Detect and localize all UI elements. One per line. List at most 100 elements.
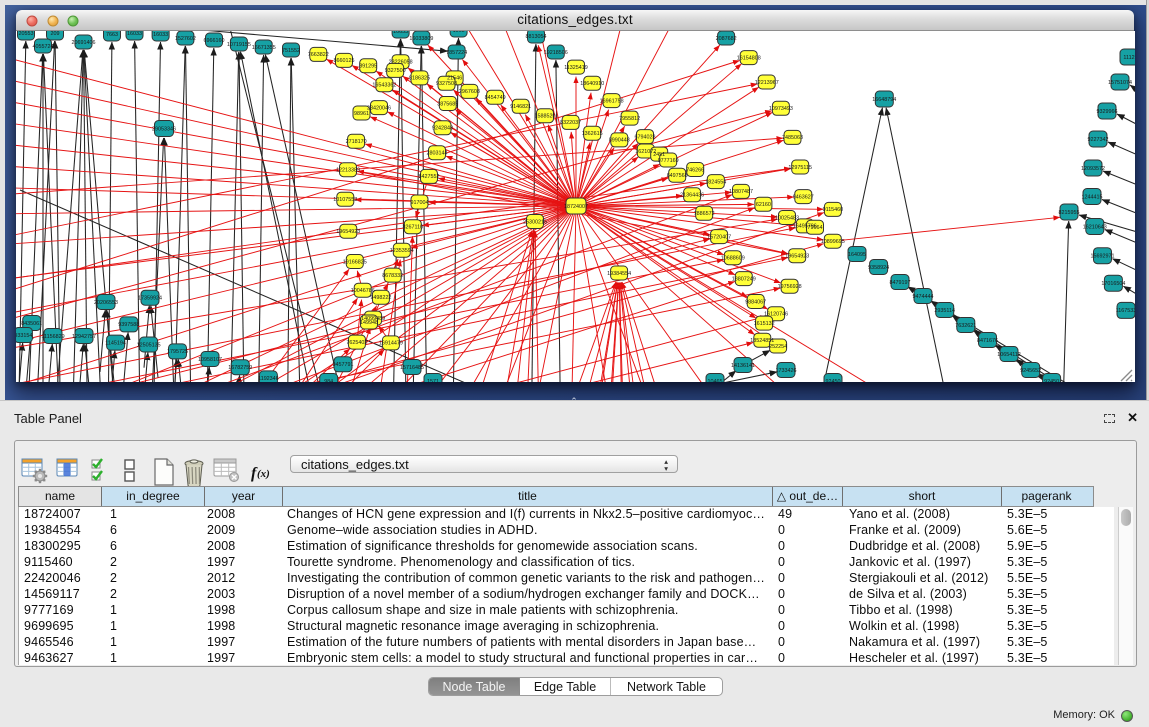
svg-text:17359924: 17359924 xyxy=(138,296,162,302)
svg-text:16671355: 16671355 xyxy=(252,45,276,51)
svg-text:15692971: 15692971 xyxy=(1091,254,1115,260)
svg-text:14136141: 14136141 xyxy=(731,363,755,369)
svg-text:16961758: 16961758 xyxy=(600,98,624,104)
svg-text:19654923: 19654923 xyxy=(336,229,360,235)
svg-text:9498222: 9498222 xyxy=(370,295,391,301)
svg-text:8435061: 8435061 xyxy=(21,321,42,327)
svg-text:1362615: 1362615 xyxy=(582,131,603,137)
svg-text:8427552: 8427552 xyxy=(419,174,440,180)
svg-text:9397588: 9397588 xyxy=(118,322,139,328)
svg-text:8479197: 8479197 xyxy=(890,280,911,286)
svg-text:1527602: 1527602 xyxy=(175,36,196,42)
svg-text:7625402: 7625402 xyxy=(346,340,367,346)
svg-text:16154808: 16154808 xyxy=(737,55,761,61)
svg-text:2718170: 2718170 xyxy=(346,139,367,145)
svg-text:9227342: 9227342 xyxy=(1088,137,1109,143)
svg-text:12975115: 12975115 xyxy=(788,165,812,171)
svg-text:933154: 933154 xyxy=(16,333,32,339)
svg-text:25300215: 25300215 xyxy=(523,219,547,225)
svg-text:9327508: 9327508 xyxy=(436,81,457,87)
svg-text:1244415: 1244415 xyxy=(1082,194,1103,200)
svg-text:9327500: 9327500 xyxy=(385,68,406,74)
svg-text:23226058: 23226058 xyxy=(389,60,413,66)
svg-text:11325419: 11325419 xyxy=(564,65,588,71)
svg-text:1733426: 1733426 xyxy=(776,368,797,374)
svg-text:18724007: 18724007 xyxy=(564,204,588,210)
svg-text:9245652: 9245652 xyxy=(1020,368,1041,374)
svg-text:16120746: 16120746 xyxy=(764,312,788,318)
svg-text:6794028: 6794028 xyxy=(635,134,656,140)
svg-text:9884067: 9884067 xyxy=(745,299,766,305)
svg-text:16543362: 16543362 xyxy=(372,83,396,89)
svg-text:92450: 92450 xyxy=(1044,379,1059,382)
svg-text:9463627: 9463627 xyxy=(793,194,814,200)
svg-text:9474444: 9474444 xyxy=(913,294,934,300)
svg-text:2967608: 2967608 xyxy=(459,89,480,95)
svg-text:19756928: 19756928 xyxy=(778,284,802,290)
svg-text:8186325: 8186325 xyxy=(409,76,430,82)
svg-text:16782759: 16782759 xyxy=(228,365,252,371)
svg-text:(x): (x) xyxy=(257,468,270,480)
svg-text:9242848: 9242848 xyxy=(432,126,453,132)
svg-text:17016504: 17016504 xyxy=(1101,281,1125,287)
svg-text:3267110: 3267110 xyxy=(403,225,424,231)
svg-text:3875685: 3875685 xyxy=(437,101,458,107)
svg-text:891295: 891295 xyxy=(359,64,377,70)
svg-text:8678332: 8678332 xyxy=(382,273,403,279)
svg-text:751552: 751552 xyxy=(282,48,300,54)
svg-text:98961: 98961 xyxy=(354,111,369,117)
svg-text:1615132: 1615132 xyxy=(754,321,775,327)
svg-text:18640910: 18640910 xyxy=(580,81,604,87)
svg-text:62160: 62160 xyxy=(756,202,771,208)
svg-text:12353594: 12353594 xyxy=(390,248,414,254)
svg-text:10025483: 10025483 xyxy=(775,215,799,221)
svg-text:984: 984 xyxy=(324,379,333,382)
svg-text:16033: 16033 xyxy=(127,31,142,37)
svg-text:19218506: 19218506 xyxy=(544,50,568,56)
svg-text:4055724: 4055724 xyxy=(33,44,54,50)
svg-text:9329966: 9329966 xyxy=(1097,109,1118,115)
svg-text:209: 209 xyxy=(51,31,60,37)
svg-text:1795725: 1795725 xyxy=(167,349,188,355)
svg-text:16033: 16033 xyxy=(153,32,168,38)
svg-text:19654923: 19654923 xyxy=(785,254,809,260)
svg-text:917004: 917004 xyxy=(411,200,429,206)
svg-text:746266: 746266 xyxy=(686,167,704,173)
svg-text:8454749: 8454749 xyxy=(485,95,506,101)
svg-text:149948: 149948 xyxy=(360,320,378,326)
svg-text:1167533: 1167533 xyxy=(1116,308,1135,314)
svg-text:8990448: 8990448 xyxy=(609,138,630,144)
svg-text:8322037: 8322037 xyxy=(560,120,581,126)
svg-text:7663822: 7663822 xyxy=(308,52,329,58)
svg-text:8215955: 8215955 xyxy=(1059,210,1080,216)
svg-text:10688609: 10688609 xyxy=(721,256,745,262)
svg-text:16648794: 16648794 xyxy=(872,97,896,103)
svg-text:6966160: 6966160 xyxy=(204,38,225,44)
svg-text:7955812: 7955812 xyxy=(619,116,640,122)
svg-text:12213967: 12213967 xyxy=(755,80,779,86)
svg-text:10899695: 10899695 xyxy=(821,239,845,245)
svg-text:10654112: 10654112 xyxy=(997,352,1021,358)
svg-text:19384554: 19384554 xyxy=(607,271,631,277)
svg-text:10973493: 10973493 xyxy=(769,106,793,112)
svg-text:1571: 1571 xyxy=(427,379,439,382)
svg-text:1192346: 1192346 xyxy=(258,376,279,382)
svg-text:10046786: 10046786 xyxy=(351,288,375,294)
svg-text:15716485: 15716485 xyxy=(400,365,424,371)
svg-text:12942757: 12942757 xyxy=(72,334,96,340)
svg-text:9358924: 9358924 xyxy=(868,265,889,271)
svg-text:16210643: 16210643 xyxy=(1083,224,1107,230)
svg-text:19166825: 19166825 xyxy=(343,259,367,265)
svg-text:18807249: 18807249 xyxy=(732,276,756,282)
svg-text:10958107: 10958107 xyxy=(198,357,222,363)
svg-text:8813054: 8813054 xyxy=(526,34,547,40)
svg-text:6497568: 6497568 xyxy=(667,173,688,179)
svg-text:9146821: 9146821 xyxy=(510,104,531,110)
svg-text:10719155: 10719155 xyxy=(227,42,251,48)
svg-text:9777169: 9777169 xyxy=(658,158,679,164)
svg-text:29053346: 29053346 xyxy=(152,126,176,132)
svg-text:20206553: 20206553 xyxy=(94,300,118,306)
svg-text:1112: 1112 xyxy=(1123,55,1134,61)
svg-text:1145194: 1145194 xyxy=(105,340,126,346)
svg-text:1065: 1065 xyxy=(453,31,465,34)
